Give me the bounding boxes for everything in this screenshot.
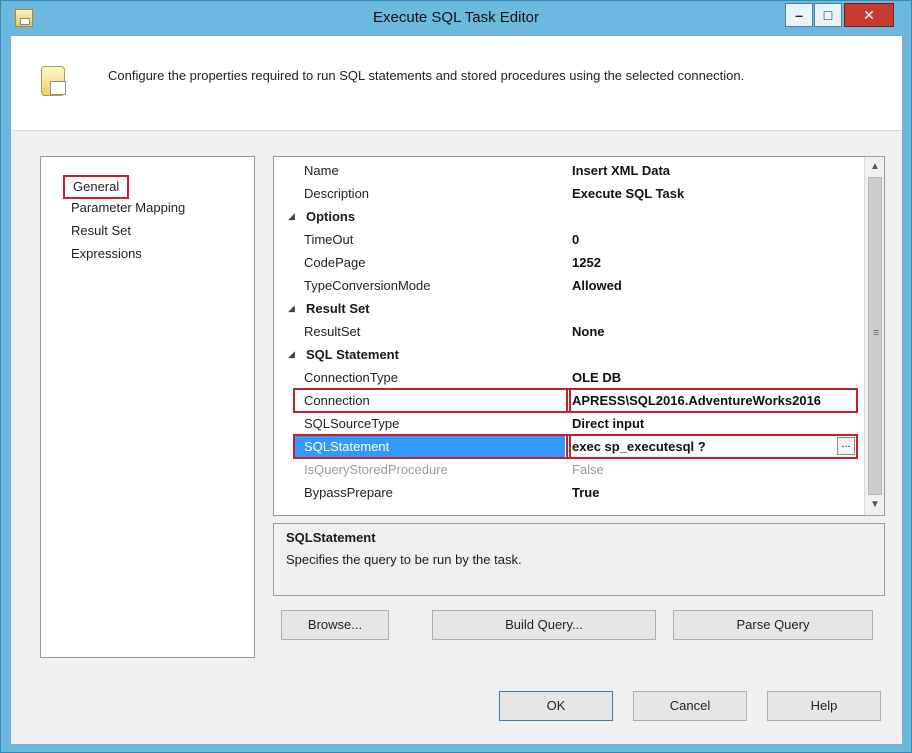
property-row-description[interactable]: Description Execute SQL Task — [274, 182, 862, 205]
description-text: Specifies the query to be run by the tas… — [286, 552, 522, 567]
property-name: BypassPrepare — [304, 485, 393, 500]
cancel-button[interactable]: Cancel — [633, 691, 747, 721]
property-value[interactable]: exec sp_executesql ? — [572, 435, 706, 458]
collapse-arrow-icon[interactable]: ◢ — [288, 343, 295, 366]
property-row-bypassprepare[interactable]: BypassPrepare True — [274, 481, 862, 504]
property-name: ResultSet — [304, 324, 361, 339]
ellipsis-button[interactable]: ... — [837, 437, 855, 455]
vertical-scrollbar[interactable]: ▲ ≡ ▼ — [864, 157, 884, 515]
category-label: Result Set — [306, 301, 370, 316]
nav-list: General Parameter Mapping Result Set Exp… — [40, 156, 255, 658]
property-name: Description — [304, 186, 370, 201]
property-value[interactable]: OLE DB — [572, 366, 621, 389]
property-value[interactable]: 1252 — [572, 251, 601, 274]
property-grid: Name Insert XML Data Description Execute… — [273, 156, 885, 516]
parse-query-button[interactable]: Parse Query — [673, 610, 873, 640]
nav-item-result-set[interactable]: Result Set — [71, 223, 131, 239]
property-name: TypeConversionMode — [304, 278, 431, 293]
property-value[interactable]: Execute SQL Task — [572, 182, 684, 205]
property-name: Connection — [304, 393, 370, 408]
property-value[interactable]: None — [572, 320, 605, 343]
property-value[interactable]: 0 — [572, 228, 579, 251]
property-value[interactable]: APRESS\SQL2016.AdventureWorks2016 — [572, 389, 821, 412]
property-name: TimeOut — [304, 232, 354, 247]
property-description-panel: SQLStatement Specifies the query to be r… — [273, 523, 885, 596]
dialog-client-area: Configure the properties required to run… — [10, 35, 903, 745]
category-label: SQL Statement — [306, 347, 399, 362]
property-name: IsQueryStoredProcedure — [304, 462, 448, 477]
property-row-timeout[interactable]: TimeOut 0 — [274, 228, 862, 251]
property-name: SQLSourceType — [304, 416, 400, 431]
help-button[interactable]: Help — [767, 691, 881, 721]
nav-item-expressions[interactable]: Expressions — [71, 246, 142, 262]
property-value[interactable]: Insert XML Data — [572, 159, 670, 182]
window-title: Execute SQL Task Editor — [373, 9, 539, 26]
collapse-arrow-icon[interactable]: ◢ — [288, 297, 295, 320]
title-bar[interactable]: Execute SQL Task Editor – □ ✕ — [1, 1, 911, 35]
property-value[interactable]: Allowed — [572, 274, 622, 297]
property-row-sqlstatement[interactable]: SQLStatement exec sp_executesql ? ... — [274, 434, 862, 459]
property-row-sqlsourcetype[interactable]: SQLSourceType Direct input — [274, 412, 862, 435]
dialog-window: Execute SQL Task Editor – □ ✕ Configure … — [0, 0, 912, 753]
ok-button[interactable]: OK — [499, 691, 613, 721]
description-title: SQLStatement — [286, 530, 376, 545]
category-sql-statement[interactable]: ◢ SQL Statement — [274, 343, 862, 366]
grip-icon: ≡ — [873, 327, 880, 339]
property-row-typeconversionmode[interactable]: TypeConversionMode Allowed — [274, 274, 862, 297]
nav-item-parameter-mapping[interactable]: Parameter Mapping — [71, 200, 185, 216]
category-result-set[interactable]: ◢ Result Set — [274, 297, 862, 320]
category-label: Options — [306, 209, 356, 224]
banner-description: Configure the properties required to run… — [108, 68, 745, 83]
scrollbar-thumb[interactable]: ≡ — [868, 177, 882, 495]
property-value[interactable]: Direct input — [572, 412, 644, 435]
property-row-codepage[interactable]: CodePage 1252 — [274, 251, 862, 274]
property-row-connectiontype[interactable]: ConnectionType OLE DB — [274, 366, 862, 389]
build-query-button[interactable]: Build Query... — [432, 610, 656, 640]
close-button[interactable]: ✕ — [844, 3, 894, 27]
property-value[interactable]: True — [572, 481, 599, 504]
maximize-button[interactable]: □ — [814, 3, 842, 27]
property-row-connection[interactable]: Connection APRESS\SQL2016.AdventureWorks… — [274, 388, 862, 413]
property-value: False — [572, 462, 604, 477]
browse-button[interactable]: Browse... — [281, 610, 389, 640]
property-name: Name — [304, 163, 339, 178]
header-banner: Configure the properties required to run… — [11, 36, 902, 131]
property-name: CodePage — [304, 255, 366, 270]
property-row-name[interactable]: Name Insert XML Data — [274, 159, 862, 182]
property-row-resultset[interactable]: ResultSet None — [274, 320, 862, 343]
nav-item-general[interactable]: General — [63, 175, 130, 199]
scroll-down-icon[interactable]: ▼ — [867, 497, 883, 513]
task-editor-icon — [41, 66, 66, 96]
scroll-up-icon[interactable]: ▲ — [867, 159, 883, 175]
property-name: SQLStatement — [304, 439, 390, 454]
category-options[interactable]: ◢ Options — [274, 205, 862, 228]
property-row-isquerystoredprocedure[interactable]: IsQueryStoredProcedure False — [274, 458, 862, 481]
minimize-button[interactable]: – — [785, 3, 813, 27]
collapse-arrow-icon[interactable]: ◢ — [288, 205, 295, 228]
property-name: ConnectionType — [304, 370, 398, 385]
